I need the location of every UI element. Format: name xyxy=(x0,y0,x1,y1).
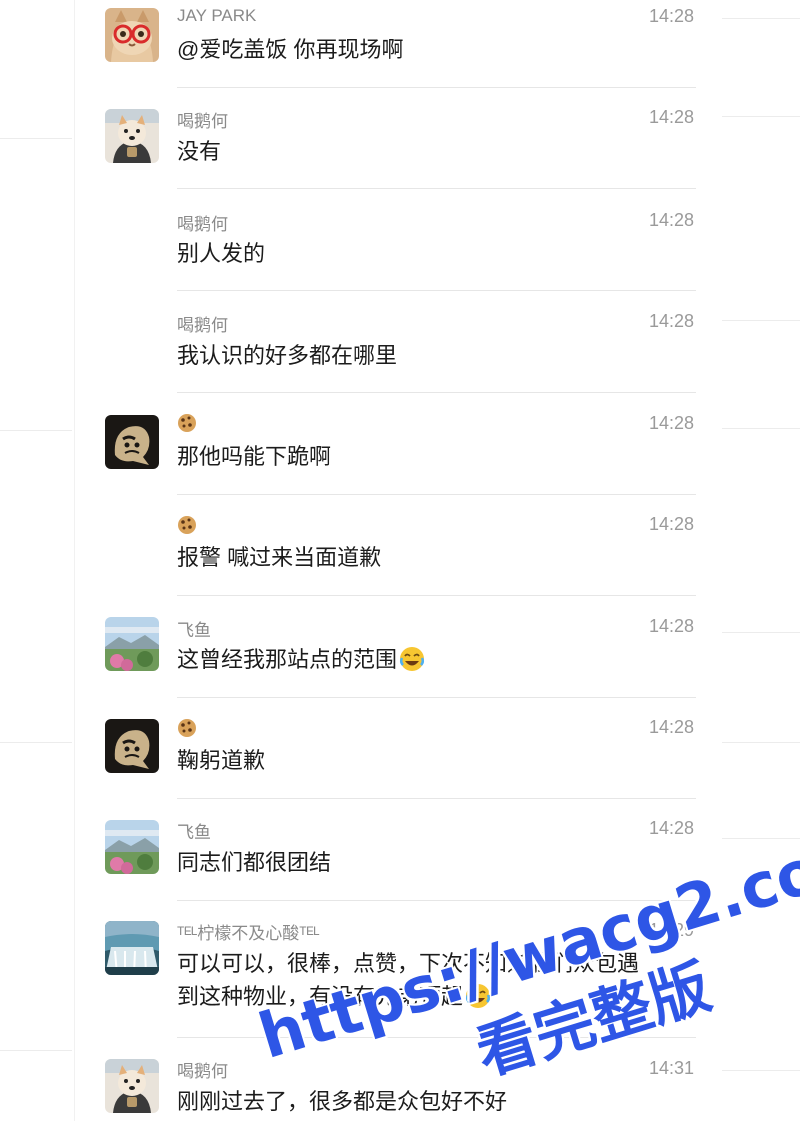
message-time: 14:28 xyxy=(648,107,694,127)
message-time: 14:28 xyxy=(648,210,694,230)
message-separator xyxy=(177,798,696,799)
message-text: 这曾经我那站点的范围 xyxy=(177,643,697,676)
chat-message-list[interactable]: JAY PARK 14:28 @爱吃盖饭 你再现场啊 喝鹅何 14:28 没有 xyxy=(0,0,800,1121)
avatar-dark-sketch[interactable] xyxy=(105,719,159,773)
message-separator xyxy=(177,290,696,291)
ghost-line xyxy=(722,742,800,743)
message-time: 14:28 xyxy=(648,818,694,838)
message-time: 14:31 xyxy=(648,1058,694,1078)
ghost-line xyxy=(722,632,800,633)
message-time: 14:28 xyxy=(648,6,694,26)
sender-name: ᵀᴱᴸ柠檬不及心酸ᵀᴱᴸ xyxy=(177,924,320,943)
message-separator xyxy=(177,697,696,698)
sender-name: JAY PARK xyxy=(177,6,257,25)
sender-name xyxy=(177,515,197,537)
sender-name: 喝鹅何 xyxy=(177,112,228,131)
message-text: 别人发的 xyxy=(177,241,266,266)
cookie-icon xyxy=(177,515,197,535)
sender-name xyxy=(177,718,197,740)
left-edge-divider xyxy=(74,0,75,1121)
ghost-line xyxy=(722,320,800,321)
sender-name xyxy=(177,413,197,435)
message-time: 14:28 xyxy=(648,311,694,331)
message-separator xyxy=(177,87,696,88)
ghost-line xyxy=(722,1070,800,1071)
ghost-line xyxy=(722,428,800,429)
ghost-line xyxy=(0,742,72,743)
message-time: 14:28 xyxy=(648,413,694,433)
sender-name: 喝鹅何 xyxy=(177,215,228,234)
sender-name: 喝鹅何 xyxy=(177,1062,228,1081)
sender-name: 喝鹅何 xyxy=(177,316,228,335)
message-text: 同志们都很团结 xyxy=(177,850,332,875)
avatar-dark-sketch[interactable] xyxy=(105,415,159,469)
message-separator xyxy=(177,188,696,189)
message-text-content: 这曾经我那站点的范围 xyxy=(177,647,398,672)
sender-name: 飞鱼 xyxy=(177,621,211,640)
ghost-line xyxy=(0,1050,72,1051)
ghost-line xyxy=(722,116,800,117)
avatar-waterfall[interactable] xyxy=(105,921,159,975)
avatar-landscape[interactable] xyxy=(105,617,159,671)
ghost-line xyxy=(0,138,72,139)
message-text: 没有 xyxy=(177,139,222,164)
message-text: 刚刚过去了，很多都是众包好不好 xyxy=(177,1089,508,1114)
message-time: 14:28 xyxy=(648,514,694,534)
message-separator xyxy=(177,392,696,393)
avatar-shiba[interactable] xyxy=(105,1059,159,1113)
avatar-shiba[interactable] xyxy=(105,109,159,163)
message-text: 那他吗能下跪啊 xyxy=(177,444,332,469)
message-separator xyxy=(177,494,696,495)
message-time: 14:28 xyxy=(648,717,694,737)
message-separator xyxy=(177,595,696,596)
avatar-cat-glasses[interactable] xyxy=(105,8,159,62)
avatar-landscape[interactable] xyxy=(105,820,159,874)
message-time: 14:28 xyxy=(648,616,694,636)
sender-name: 飞鱼 xyxy=(177,823,211,842)
ghost-line xyxy=(0,430,72,431)
rofl-emoji-icon xyxy=(399,646,425,672)
message-text: 鞠躬道歉 xyxy=(177,748,266,773)
message-text: @爱吃盖饭 你再现场啊 xyxy=(177,37,404,62)
message-text: 我认识的好多都在哪里 xyxy=(177,343,398,368)
cookie-icon xyxy=(177,413,197,433)
ghost-line xyxy=(722,18,800,19)
message-text: 报警 喊过来当面道歉 xyxy=(177,545,382,570)
cookie-icon xyxy=(177,718,197,738)
